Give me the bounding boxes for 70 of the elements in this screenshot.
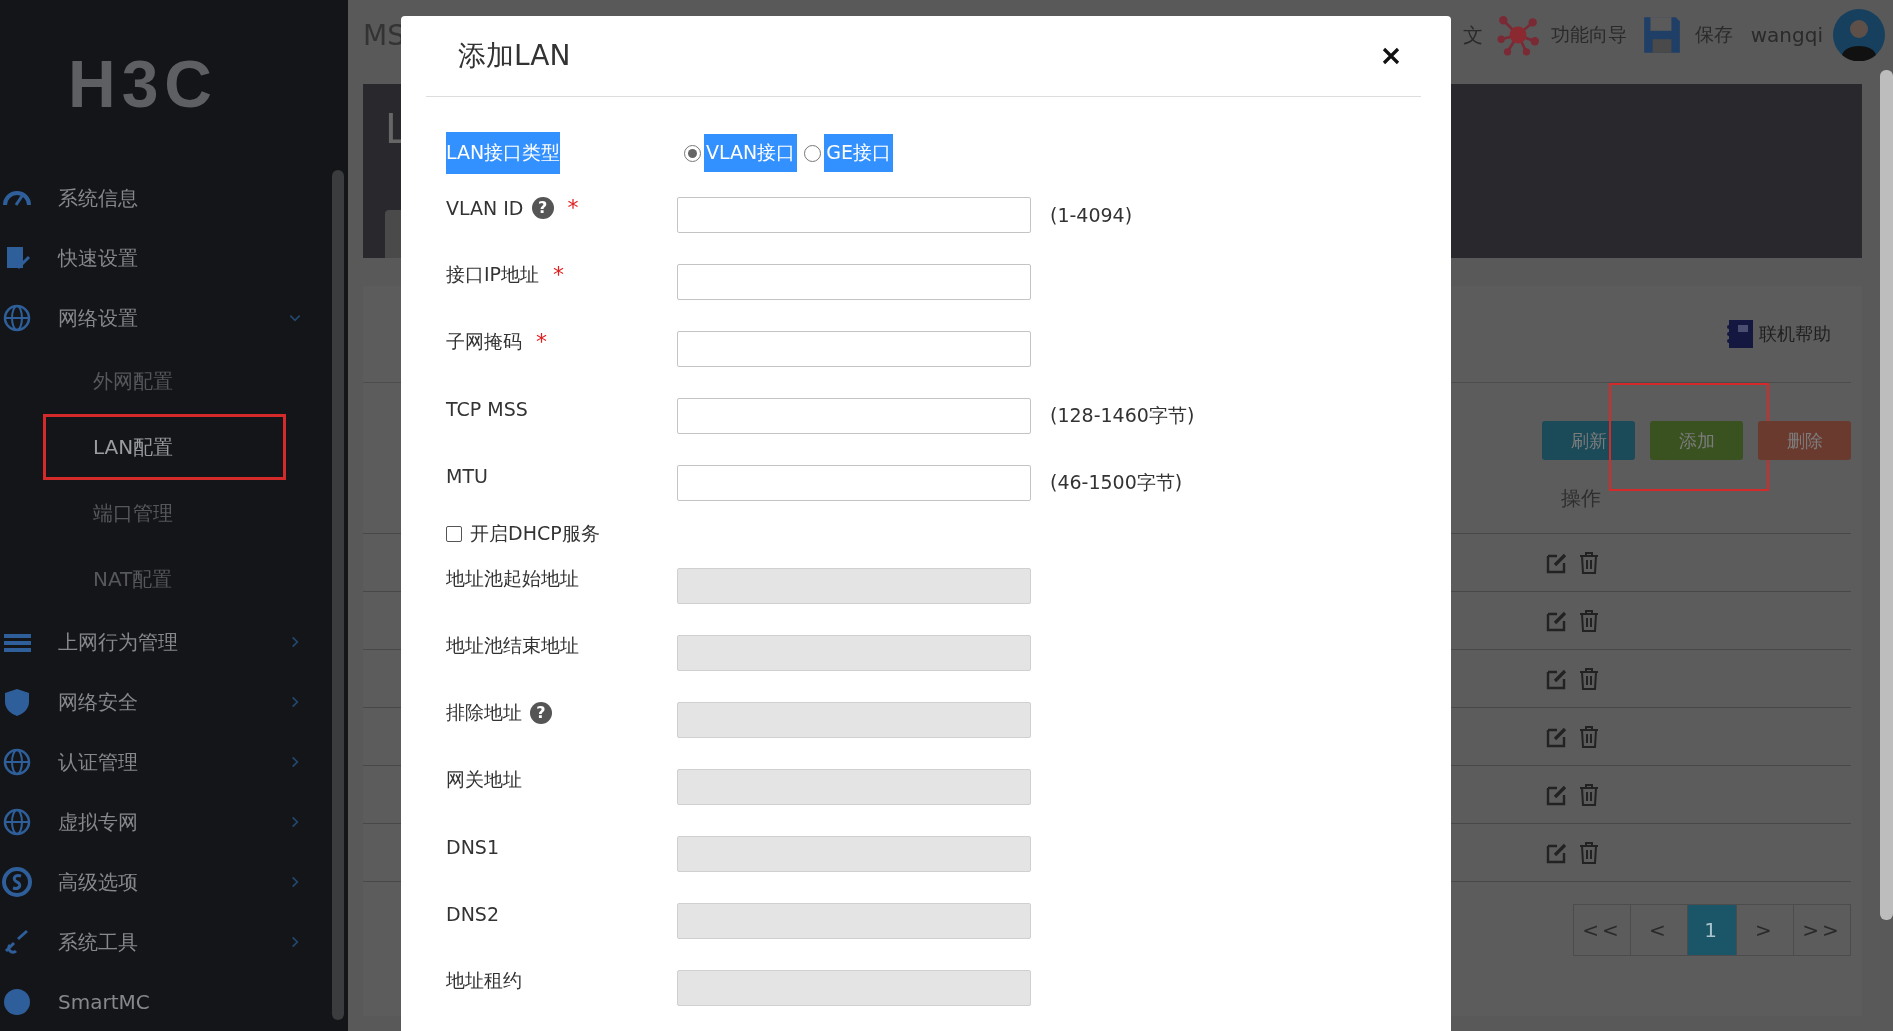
globe-icon (2, 747, 32, 777)
submenu-item[interactable]: LAN配置 (43, 414, 286, 480)
submenu-item[interactable]: 端口管理 (43, 480, 286, 546)
input-field[interactable] (677, 330, 1031, 367)
action-button[interactable]: 刷新 (1542, 421, 1635, 460)
input-field[interactable] (677, 196, 1031, 233)
logo: H3C (67, 46, 220, 123)
submenu-item[interactable]: NAT配置 (43, 546, 286, 612)
menu-item[interactable]: 网络安全 (0, 672, 302, 732)
field-label: DNS2 (446, 902, 499, 925)
checkbox-label[interactable]: 开启DHCP服务 (470, 521, 600, 547)
action-button[interactable]: 添加 (1650, 421, 1743, 460)
field-label: 排除地址 (446, 699, 522, 725)
menu-item[interactable]: 系统信息 (0, 168, 302, 228)
globe-person-icon (2, 807, 32, 837)
menu-item[interactable]: 系统工具 (0, 912, 302, 972)
field-label: TCP MSS (446, 397, 528, 420)
scrollbar[interactable] (332, 170, 344, 1020)
close-icon[interactable] (1381, 46, 1401, 66)
field-label: MTU (446, 464, 488, 487)
menu-item[interactable]: 上网行为管理 (0, 612, 302, 672)
notebook-icon (1726, 319, 1754, 349)
trash-icon[interactable] (1577, 724, 1601, 749)
radio-label[interactable]: VLAN接口 (704, 134, 798, 172)
field-label: LAN接口类型 (446, 132, 561, 174)
shield-icon (2, 687, 32, 717)
trash-icon[interactable] (1577, 666, 1601, 691)
input-field[interactable] (677, 397, 1031, 434)
scrollbar[interactable] (1880, 70, 1893, 920)
dollar-circle-icon (2, 867, 32, 897)
required-mark: * (553, 262, 565, 287)
field-label: 子网掩码 (446, 328, 522, 354)
range-hint: (128-1460字节) (1050, 402, 1195, 428)
menu-item[interactable]: SmartMC (0, 972, 302, 1031)
field-label: VLAN ID (446, 196, 524, 219)
submenu-item[interactable]: 外网配置 (43, 348, 286, 414)
input-field[interactable] (677, 263, 1031, 300)
globe-icon (2, 303, 32, 333)
required-mark: * (536, 329, 547, 354)
radio-label[interactable]: GE接口 (824, 134, 893, 172)
field-label: 地址池起始地址 (446, 565, 579, 591)
menu-item[interactable]: 快速设置 (0, 228, 302, 288)
help-link[interactable]: 联机帮助 (1759, 322, 1831, 346)
dialog-title: 添加LAN (457, 38, 571, 74)
page-button[interactable]: 1 (1687, 904, 1737, 956)
avatar-icon[interactable] (1833, 9, 1885, 61)
action-button[interactable]: 删除 (1758, 421, 1851, 460)
checkbox[interactable] (446, 526, 462, 542)
menu-item[interactable]: 认证管理 (0, 732, 302, 792)
menu-item[interactable]: 网络设置 (0, 288, 302, 348)
menu-item[interactable]: 高级选项 (0, 852, 302, 912)
field-label: 地址租约 (446, 967, 522, 993)
trash-icon[interactable] (1577, 550, 1601, 575)
field-label: DNS1 (446, 835, 499, 858)
menu-item[interactable]: 虚拟专网 (0, 792, 302, 852)
page-button[interactable]: >> (1793, 904, 1851, 956)
page-button[interactable]: << (1573, 904, 1631, 956)
trash-icon[interactable] (1577, 782, 1601, 807)
input-field[interactable] (677, 464, 1031, 501)
required-mark: * (567, 195, 579, 220)
trash-icon[interactable] (1577, 608, 1601, 633)
help-icon[interactable]: ? (531, 196, 554, 219)
trash-icon[interactable] (1577, 840, 1601, 865)
range-hint: (1-4094) (1050, 203, 1133, 226)
network-nodes-icon (1496, 14, 1539, 56)
field-label: 地址池结束地址 (446, 632, 579, 658)
field-label: 网关地址 (446, 766, 522, 792)
page-button[interactable]: > (1736, 904, 1794, 956)
field-label: 接口IP地址 (446, 261, 540, 287)
range-hint: (46-1500字节) (1050, 469, 1183, 495)
